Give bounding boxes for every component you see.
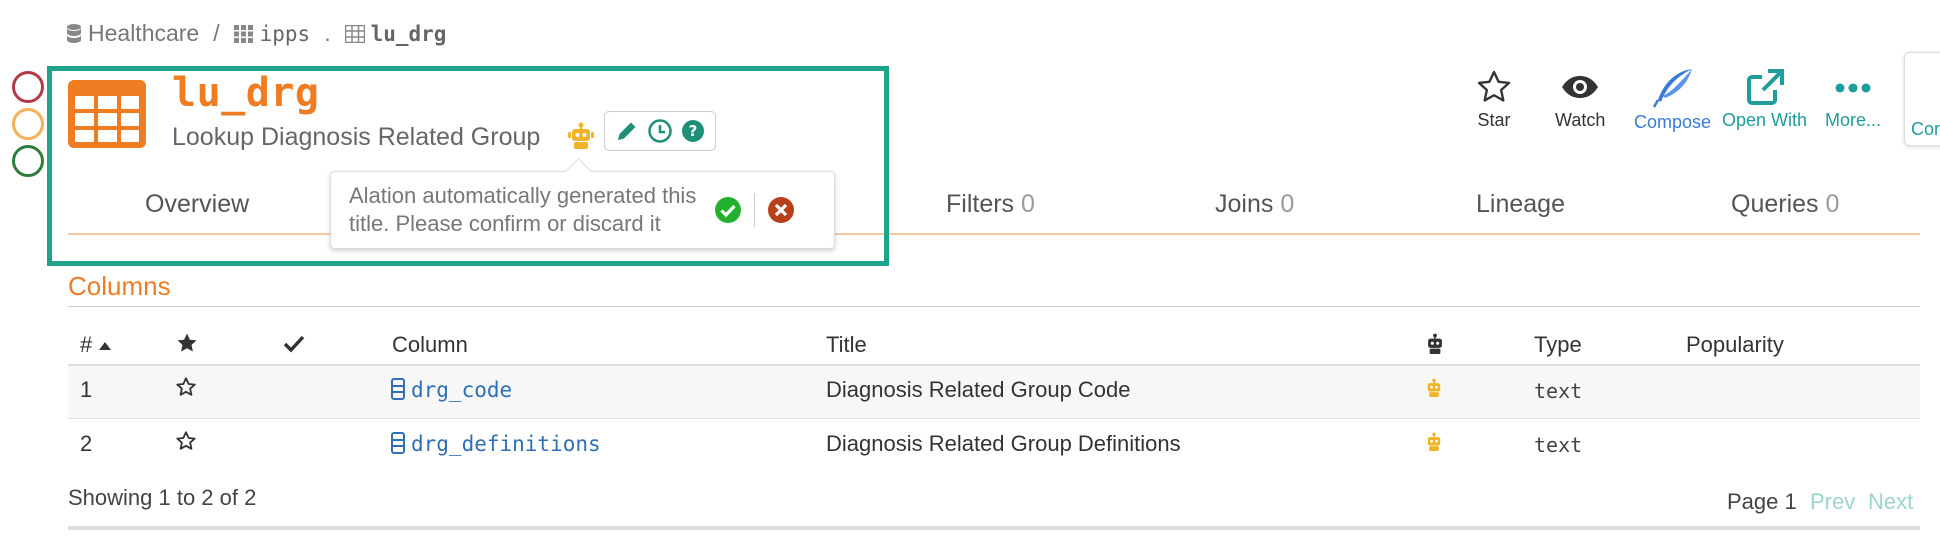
breadcrumb-separator: / bbox=[213, 20, 220, 46]
tab-lineage[interactable]: Lineage bbox=[1476, 190, 1565, 219]
robot-icon[interactable] bbox=[1425, 333, 1445, 355]
star-icon[interactable] bbox=[175, 430, 197, 452]
star-icon bbox=[1477, 70, 1511, 102]
checkmark-icon[interactable] bbox=[283, 333, 305, 355]
svg-text:?: ? bbox=[689, 122, 698, 140]
auto-title-tooltip: Alation automatically generated this tit… bbox=[330, 171, 835, 249]
tab-filters-count: 0 bbox=[1021, 190, 1035, 218]
tab-overview[interactable]: Overview bbox=[145, 190, 249, 219]
sort-asc-icon bbox=[99, 342, 112, 350]
tab-joins-label: Joins bbox=[1215, 190, 1274, 218]
column-icon bbox=[391, 432, 405, 454]
header-title[interactable]: Title bbox=[826, 332, 867, 358]
help-icon[interactable]: ? bbox=[681, 119, 705, 143]
tooltip-text: Alation automatically generated this tit… bbox=[349, 183, 697, 236]
breadcrumb-database[interactable]: Healthcare bbox=[66, 20, 199, 47]
breadcrumb-table[interactable]: lu_drg bbox=[344, 21, 447, 46]
breadcrumb-schema-label: ipps bbox=[259, 21, 311, 46]
row-type: text bbox=[1534, 379, 1583, 403]
confirm-check-icon[interactable] bbox=[714, 196, 742, 224]
external-link-icon bbox=[1746, 69, 1784, 105]
tab-queries-count: 0 bbox=[1825, 190, 1840, 218]
side-panel-button[interactable]: Cor bbox=[1904, 52, 1940, 146]
tooltip-divider bbox=[754, 193, 755, 227]
section-divider bbox=[68, 306, 1920, 307]
eye-icon bbox=[1562, 76, 1599, 98]
compose-label: Compose bbox=[1634, 112, 1712, 132]
ellipsis-icon bbox=[1835, 83, 1871, 93]
watch-button[interactable]: Watch bbox=[1555, 68, 1605, 131]
schema-grid-icon bbox=[233, 24, 253, 43]
history-icon[interactable] bbox=[647, 118, 673, 144]
database-icon bbox=[67, 23, 81, 43]
title-edit-toolbar: ? bbox=[604, 111, 716, 151]
prev-page-button[interactable]: Prev bbox=[1810, 489, 1855, 515]
breadcrumb: Healthcare / ipps . lu_drg bbox=[66, 20, 446, 47]
header-type[interactable]: Type bbox=[1534, 332, 1582, 358]
star-icon[interactable] bbox=[175, 331, 199, 355]
header-index-label: # bbox=[80, 332, 93, 357]
tab-filters[interactable]: Filters 0 bbox=[946, 190, 1035, 219]
tab-joins-count: 0 bbox=[1280, 190, 1295, 218]
robot-icon bbox=[1427, 378, 1441, 397]
row-type: text bbox=[1534, 433, 1583, 457]
row-index: 1 bbox=[80, 377, 93, 402]
pencil-icon[interactable] bbox=[615, 119, 639, 143]
row-index: 2 bbox=[80, 431, 93, 456]
tab-lineage-label: Lineage bbox=[1476, 190, 1565, 218]
table-icon bbox=[68, 80, 146, 148]
tab-filters-label: Filters bbox=[946, 190, 1015, 218]
star-icon[interactable] bbox=[175, 376, 197, 398]
header-index[interactable]: # bbox=[80, 332, 112, 358]
tab-queries[interactable]: Queries 0 bbox=[1731, 190, 1839, 219]
status-circle-green[interactable] bbox=[12, 145, 44, 177]
columns-section-title: Columns bbox=[68, 271, 171, 301]
open-with-button[interactable]: Open With bbox=[1722, 68, 1807, 131]
side-panel-label: Cor bbox=[1911, 119, 1940, 139]
more-button[interactable]: More... bbox=[1825, 68, 1881, 131]
table-icon bbox=[344, 24, 365, 43]
star-button[interactable]: Star bbox=[1475, 68, 1513, 131]
bottom-divider bbox=[68, 526, 1920, 530]
star-label: Star bbox=[1477, 110, 1511, 130]
discard-x-icon[interactable] bbox=[767, 196, 795, 224]
compose-button[interactable]: Compose bbox=[1634, 68, 1711, 133]
more-label: More... bbox=[1825, 110, 1882, 130]
header-column[interactable]: Column bbox=[392, 332, 468, 358]
column-link[interactable]: drg_code bbox=[411, 378, 512, 402]
tab-queries-label: Queries bbox=[1731, 190, 1819, 218]
feather-icon bbox=[1652, 69, 1692, 108]
watch-label: Watch bbox=[1555, 110, 1606, 130]
status-circle-red[interactable] bbox=[12, 71, 44, 103]
tab-joins[interactable]: Joins 0 bbox=[1215, 190, 1294, 219]
tab-overview-label: Overview bbox=[145, 190, 250, 218]
breadcrumb-table-label: lu_drg bbox=[370, 21, 447, 46]
row-title[interactable]: Diagnosis Related Group Definitions bbox=[826, 431, 1181, 457]
robot-icon bbox=[568, 122, 594, 149]
breadcrumb-dot: . bbox=[324, 20, 331, 46]
showing-count: Showing 1 to 2 of 2 bbox=[68, 485, 257, 510]
page-title: lu_drg bbox=[172, 70, 320, 116]
column-icon bbox=[391, 378, 405, 400]
breadcrumb-database-label: Healthcare bbox=[88, 20, 200, 46]
column-link[interactable]: drg_definitions bbox=[411, 432, 601, 456]
page-indicator: Page 1 bbox=[1727, 489, 1797, 514]
open-with-label: Open With bbox=[1722, 110, 1808, 130]
header-popularity[interactable]: Popularity bbox=[1686, 332, 1784, 358]
row-title[interactable]: Diagnosis Related Group Code bbox=[826, 377, 1131, 403]
robot-icon bbox=[1427, 432, 1441, 451]
next-page-button[interactable]: Next bbox=[1868, 489, 1913, 515]
breadcrumb-schema[interactable]: ipps bbox=[233, 21, 311, 46]
page-subtitle[interactable]: Lookup Diagnosis Related Group bbox=[172, 123, 540, 152]
status-circle-orange[interactable] bbox=[12, 108, 44, 140]
